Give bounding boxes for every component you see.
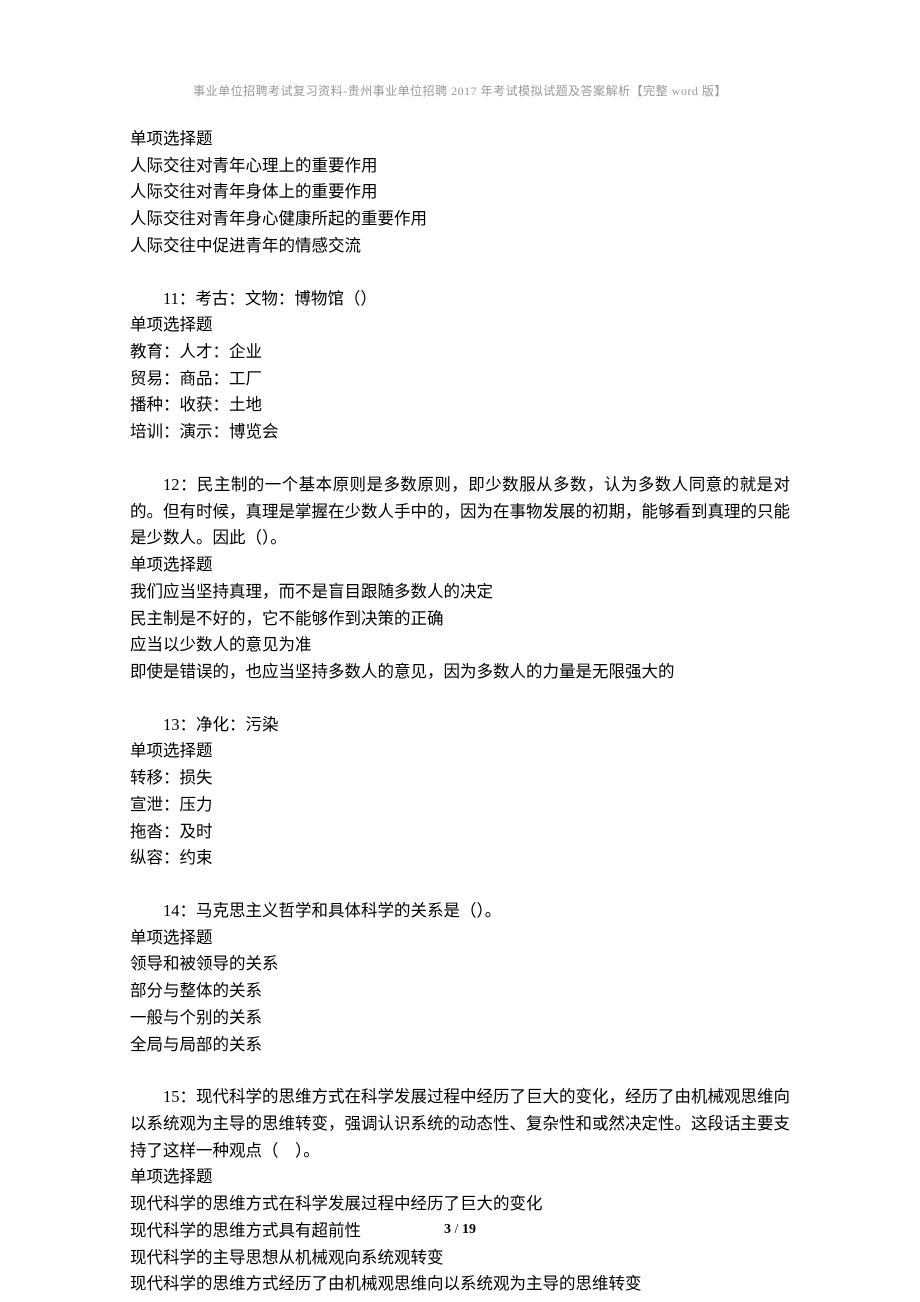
text-line: 教育：人才：企业	[130, 339, 790, 366]
stem-text: 15：现代科学的思维方式在科学发展过程中经历了巨大的变化，经历了由机械观思维向以…	[130, 1087, 790, 1159]
page-header: 事业单位招聘考试复习资料-贵州事业单位招聘 2017 年考试模拟试题及答案解析【…	[0, 82, 920, 101]
text-line: 人际交往对青年身心健康所起的重要作用	[130, 206, 790, 233]
question-stem: 13：净化：污染	[130, 712, 790, 739]
question-stem: 15：现代科学的思维方式在科学发展过程中经历了巨大的变化，经历了由机械观思维向以…	[130, 1084, 790, 1164]
text-line: 应当以少数人的意见为准	[130, 632, 790, 659]
text-line: 单项选择题	[130, 552, 790, 579]
content-area: 单项选择题 人际交往对青年心理上的重要作用 人际交往对青年身体上的重要作用 人际…	[130, 126, 790, 1298]
stem-text: 12：民主制的一个基本原则是多数原则，即少数服从多数，认为多数人同意的就是对的。…	[130, 475, 790, 547]
text-line: 贸易：商品：工厂	[130, 366, 790, 393]
text-line: 播种：收获：土地	[130, 392, 790, 419]
text-line: 我们应当坚持真理，而不是盲目跟随多数人的决定	[130, 579, 790, 606]
text-line: 单项选择题	[130, 925, 790, 952]
text-line: 人际交往中促进青年的情感交流	[130, 233, 790, 260]
page-footer: 3 / 19	[0, 1219, 920, 1242]
page-number-current: 3	[444, 1222, 451, 1237]
document-page: 事业单位招聘考试复习资料-贵州事业单位招聘 2017 年考试模拟试题及答案解析【…	[0, 0, 920, 1302]
question-block: 14：马克思主义哲学和具体科学的关系是（）。 单项选择题 领导和被领导的关系 部…	[130, 898, 790, 1058]
text-line: 领导和被领导的关系	[130, 951, 790, 978]
question-stem: 14：马克思主义哲学和具体科学的关系是（）。	[130, 898, 790, 925]
question-stem: 12：民主制的一个基本原则是多数原则，即少数服从多数，认为多数人同意的就是对的。…	[130, 472, 790, 552]
text-line: 人际交往对青年身体上的重要作用	[130, 179, 790, 206]
page-number-total: 19	[462, 1222, 476, 1237]
text-line: 即使是错误的，也应当坚持多数人的意见，因为多数人的力量是无限强大的	[130, 659, 790, 686]
question-stem: 11：考古：文物：博物馆（）	[130, 286, 790, 313]
question-block: 12：民主制的一个基本原则是多数原则，即少数服从多数，认为多数人同意的就是对的。…	[130, 472, 790, 686]
text-line: 纵容：约束	[130, 845, 790, 872]
text-line: 单项选择题	[130, 312, 790, 339]
question-block: 13：净化：污染 单项选择题 转移：损失 宣泄：压力 拖沓：及时 纵容：约束	[130, 712, 790, 872]
page-sep: /	[451, 1222, 462, 1237]
text-line: 现代科学的主导思想从机械观向系统观转变	[130, 1245, 790, 1272]
text-line: 现代科学的思维方式在科学发展过程中经历了巨大的变化	[130, 1191, 790, 1218]
text-line: 全局与局部的关系	[130, 1032, 790, 1059]
text-line: 培训：演示：博览会	[130, 419, 790, 446]
text-line: 单项选择题	[130, 1164, 790, 1191]
question-block: 15：现代科学的思维方式在科学发展过程中经历了巨大的变化，经历了由机械观思维向以…	[130, 1084, 790, 1298]
text-line: 宣泄：压力	[130, 792, 790, 819]
text-line: 一般与个别的关系	[130, 1005, 790, 1032]
text-line: 单项选择题	[130, 738, 790, 765]
text-line: 部分与整体的关系	[130, 978, 790, 1005]
text-line: 单项选择题	[130, 126, 790, 153]
text-line: 转移：损失	[130, 765, 790, 792]
question-block: 单项选择题 人际交往对青年心理上的重要作用 人际交往对青年身体上的重要作用 人际…	[130, 126, 790, 260]
text-line: 民主制是不好的，它不能够作到决策的正确	[130, 606, 790, 633]
question-block: 11：考古：文物：博物馆（） 单项选择题 教育：人才：企业 贸易：商品：工厂 播…	[130, 286, 790, 446]
text-line: 人际交往对青年心理上的重要作用	[130, 153, 790, 180]
header-text: 事业单位招聘考试复习资料-贵州事业单位招聘 2017 年考试模拟试题及答案解析【…	[193, 84, 727, 98]
text-line: 拖沓：及时	[130, 819, 790, 846]
text-line: 现代科学的思维方式经历了由机械观思维向以系统观为主导的思维转变	[130, 1271, 790, 1298]
